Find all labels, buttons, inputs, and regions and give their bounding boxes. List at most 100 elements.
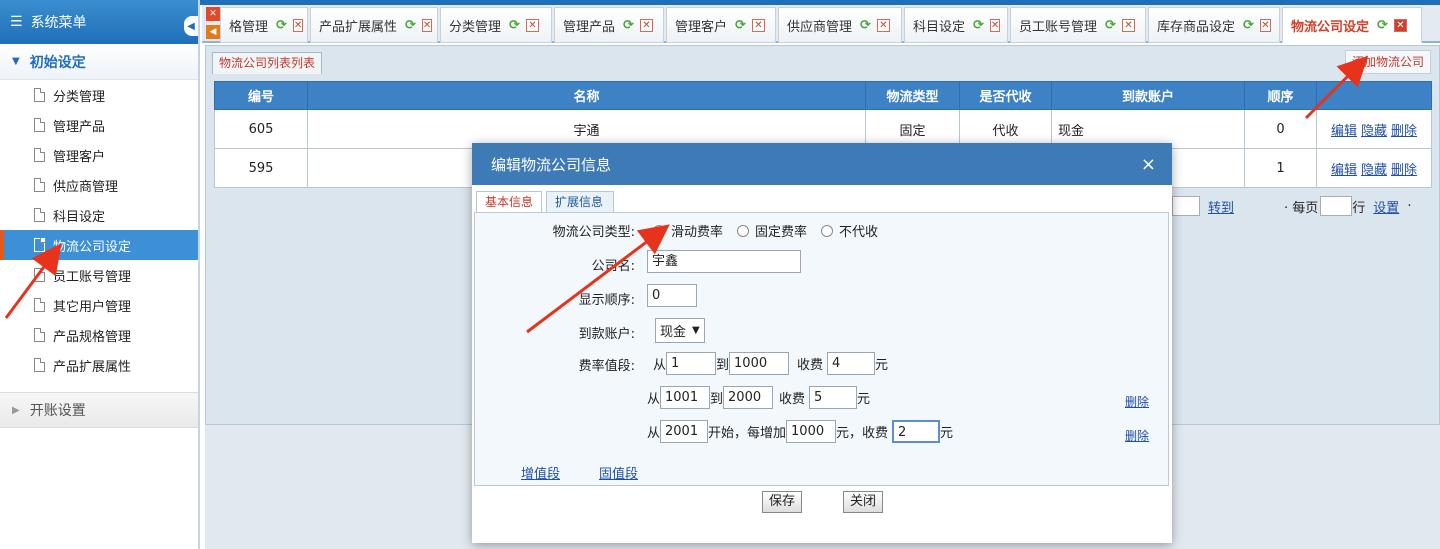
radio-sliding[interactable]: [653, 224, 665, 237]
dialog-header: 编辑物流公司信息 ×: [472, 143, 1172, 185]
tab-inventory[interactable]: 库存商品设定 ⟳ ✕: [1148, 7, 1280, 43]
document-icon: [34, 358, 45, 372]
to-word: 到: [710, 392, 724, 407]
sidebar-title: 系统菜单: [30, 15, 87, 31]
tab-accounts[interactable]: 科目设定 ⟳ ✕: [904, 7, 1008, 43]
collapse-icon[interactable]: ◀: [184, 16, 198, 36]
sidebar-group-open[interactable]: ▶ 开账设置: [0, 392, 198, 428]
refresh-icon[interactable]: ⟳: [1105, 18, 1116, 33]
refresh-icon[interactable]: ⟳: [973, 18, 984, 33]
col-name[interactable]: 名称: [307, 81, 866, 110]
fixed-segment-link[interactable]: 固值段: [599, 463, 638, 482]
seg2-to-input[interactable]: 2000: [723, 386, 774, 409]
close-icon[interactable]: ✕: [421, 18, 433, 32]
refresh-icon[interactable]: ⟳: [860, 18, 871, 33]
col-collect[interactable]: 是否代收: [959, 81, 1052, 110]
account-select[interactable]: 现金 ▼: [655, 318, 705, 343]
tab-products[interactable]: 管理产品 ⟳ ✕: [554, 7, 664, 43]
delete-link[interactable]: 删除: [1391, 163, 1417, 178]
close-icon[interactable]: ✕: [1259, 18, 1271, 32]
sidebar-item-suppliers[interactable]: 供应商管理: [0, 170, 198, 200]
sidebar-item-employees[interactable]: 员工账号管理: [0, 260, 198, 290]
close-icon[interactable]: ✕: [525, 18, 539, 32]
rate-label: 费率值段:: [578, 359, 635, 374]
close-button[interactable]: 关闭: [843, 491, 884, 513]
page-input[interactable]: [1172, 196, 1200, 216]
name-input[interactable]: 宇鑫: [647, 250, 801, 273]
close-all-icon[interactable]: ✕: [206, 7, 220, 21]
close-icon[interactable]: ✕: [292, 18, 304, 32]
sidebar-item-accounts[interactable]: 科目设定: [0, 200, 198, 230]
sidebar-item-customers[interactable]: 管理客户: [0, 140, 198, 170]
sidebar-item-specs[interactable]: 产品规格管理: [0, 320, 198, 350]
refresh-icon[interactable]: ⟳: [735, 18, 746, 33]
tab-suppliers[interactable]: 供应商管理 ⟳ ✕: [778, 7, 902, 43]
seg2-fee-input[interactable]: 5: [809, 386, 858, 409]
document-icon: [34, 268, 45, 282]
hide-link[interactable]: 隐藏: [1361, 163, 1387, 178]
refresh-icon[interactable]: ⟳: [276, 18, 287, 33]
sidebar-item-other-users[interactable]: 其它用户管理: [0, 290, 198, 320]
close-icon[interactable]: ✕: [1121, 18, 1135, 32]
tab-basic-info[interactable]: 基本信息: [476, 191, 542, 213]
radio-fixed[interactable]: [737, 224, 750, 237]
document-icon: [34, 298, 45, 312]
from-word: 从: [653, 358, 667, 373]
tab-category[interactable]: 分类管理 ⟳ ✕: [440, 7, 552, 43]
order-input[interactable]: 0: [647, 284, 697, 307]
tab-customers[interactable]: 管理客户 ⟳ ✕: [666, 7, 776, 43]
sidebar-item-label: 物流公司设定: [53, 239, 132, 255]
add-logistics-button[interactable]: 添加物流公司: [1344, 50, 1431, 74]
add-segment-link[interactable]: 增值段: [521, 463, 560, 482]
sidebar-group-init[interactable]: ▼ 初始设定: [0, 44, 198, 80]
close-icon[interactable]: ✕: [876, 18, 890, 32]
seg3-delete-link[interactable]: 删除: [1125, 427, 1149, 444]
seg2-delete-link[interactable]: 删除: [1125, 393, 1149, 410]
goto-link[interactable]: 转到: [1208, 197, 1234, 216]
tab-ext-info[interactable]: 扩展信息: [546, 191, 614, 213]
refresh-icon[interactable]: ⟳: [1377, 18, 1388, 33]
tab-ext-attrs[interactable]: 产品扩展属性 ⟳ ✕: [310, 7, 438, 43]
seg1-from-input[interactable]: 1: [666, 352, 717, 375]
close-icon[interactable]: ✕: [989, 18, 1001, 32]
seg1-to-input[interactable]: 1000: [729, 352, 790, 375]
sidebar-item-label: 科目设定: [53, 209, 106, 225]
settings-link[interactable]: 设置: [1373, 197, 1399, 216]
refresh-icon[interactable]: ⟳: [405, 18, 416, 33]
refresh-icon[interactable]: ⟳: [1243, 18, 1254, 33]
per-page-input[interactable]: [1320, 196, 1353, 216]
hide-link[interactable]: 隐藏: [1361, 124, 1387, 139]
delete-link[interactable]: 删除: [1391, 124, 1417, 139]
scroll-left-icon[interactable]: ◀: [206, 25, 220, 39]
seg1-fee-input[interactable]: 4: [827, 352, 876, 375]
col-type[interactable]: 物流类型: [865, 81, 960, 110]
tab-label: 物流公司设定: [1291, 19, 1370, 35]
list-tab[interactable]: 物流公司列表列表: [212, 52, 323, 74]
refresh-icon[interactable]: ⟳: [509, 18, 520, 33]
close-icon[interactable]: ×: [1141, 154, 1156, 175]
close-icon[interactable]: ✕: [1393, 18, 1407, 32]
seg2-from-input[interactable]: 1001: [660, 386, 711, 409]
sidebar-item-label: 员工账号管理: [53, 269, 132, 285]
tab-employees[interactable]: 员工账号管理 ⟳ ✕: [1010, 7, 1146, 43]
seg3-step-input[interactable]: 1000: [786, 420, 837, 443]
save-button[interactable]: 保存: [762, 491, 803, 513]
edit-link[interactable]: 编辑: [1331, 163, 1357, 178]
sidebar-item-products[interactable]: 管理产品: [0, 110, 198, 140]
seg3-from-input[interactable]: 2001: [660, 420, 709, 443]
col-order[interactable]: 顺序: [1244, 81, 1317, 110]
col-account[interactable]: 到款账户: [1051, 81, 1245, 110]
sidebar-item-category[interactable]: 分类管理: [0, 80, 198, 110]
edit-link[interactable]: 编辑: [1331, 124, 1357, 139]
refresh-icon[interactable]: ⟳: [623, 18, 634, 33]
close-icon[interactable]: ✕: [751, 18, 765, 32]
col-id[interactable]: 编号: [214, 81, 308, 110]
tab-logistics[interactable]: 物流公司设定 ⟳ ✕: [1282, 7, 1422, 43]
tab-bar: ✕ ◀ 格管理 ⟳ ✕ 产品扩展属性 ⟳ ✕ 分类管理 ⟳ ✕ 管理产品 ⟳ ✕ 管理客户 ⟳ ✕ …: [202, 5, 1440, 43]
close-icon[interactable]: ✕: [639, 18, 653, 32]
sidebar-item-ext-attrs[interactable]: 产品扩展属性: [0, 350, 198, 380]
tab-spec[interactable]: 格管理 ⟳ ✕: [220, 7, 308, 43]
sidebar-item-logistics[interactable]: 物流公司设定: [0, 230, 198, 260]
seg3-fee-input[interactable]: 2: [892, 420, 941, 443]
radio-no-collect[interactable]: [821, 224, 834, 237]
